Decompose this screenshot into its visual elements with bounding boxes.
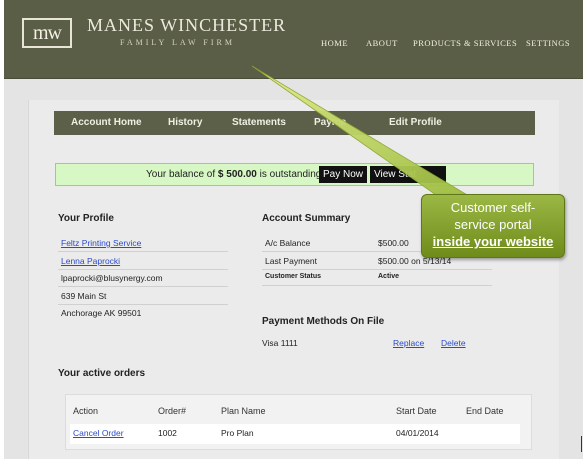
callout-line-2: service portal xyxy=(454,217,532,232)
callout-line-1: Customer self- xyxy=(450,200,536,215)
divider xyxy=(581,436,582,452)
callout-box: Customer self- service portal inside you… xyxy=(421,194,565,258)
callout-line-3: inside your website xyxy=(432,234,554,249)
